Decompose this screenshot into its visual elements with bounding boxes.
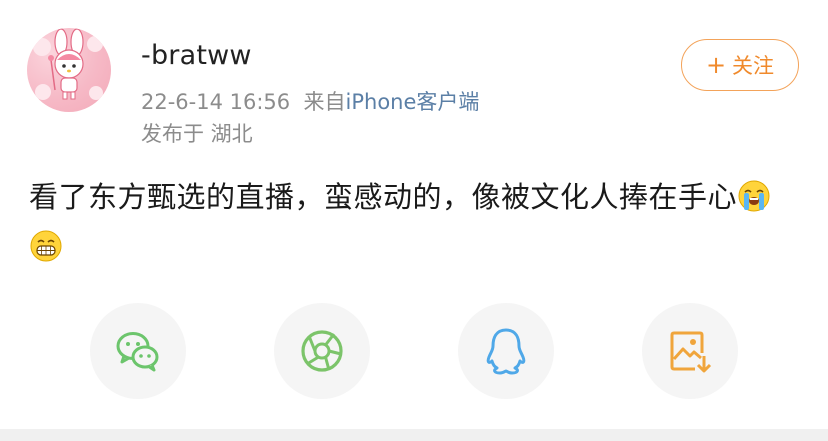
moments-icon [301,330,343,372]
post-location: 发布于 湖北 [141,122,253,146]
post-source[interactable]: iPhone客户端 [346,90,480,114]
bottom-divider [0,429,828,441]
save-image-icon [670,331,712,373]
follow-label: 关注 [732,54,775,78]
follow-button[interactable]: + 关注 [681,39,799,91]
qq-icon [486,328,526,375]
share-moments-button[interactable] [274,303,370,399]
save-image-button[interactable] [642,303,738,399]
crying-face-emoji [738,180,770,212]
post-body: 看了东方甄选的直播，蛮感动的，像被文化人捧在手心 [29,172,809,272]
grinning-face-emoji [30,230,62,262]
avatar[interactable] [27,28,111,112]
post-meta: 22-6-14 16:56 来自iPhone客户端 [141,86,479,116]
my-melody-icon [48,28,84,100]
share-wechat-button[interactable] [90,303,186,399]
wechat-icon [116,332,159,372]
plus-icon: + [705,51,727,79]
username[interactable]: -bratww [141,40,252,71]
post-text: 看了东方甄选的直播，蛮感动的，像被文化人捧在手心 [29,180,738,214]
share-qq-button[interactable] [458,303,554,399]
post-timestamp: 22-6-14 16:56 [141,90,291,114]
post-source-prefix: 来自 [303,90,346,114]
